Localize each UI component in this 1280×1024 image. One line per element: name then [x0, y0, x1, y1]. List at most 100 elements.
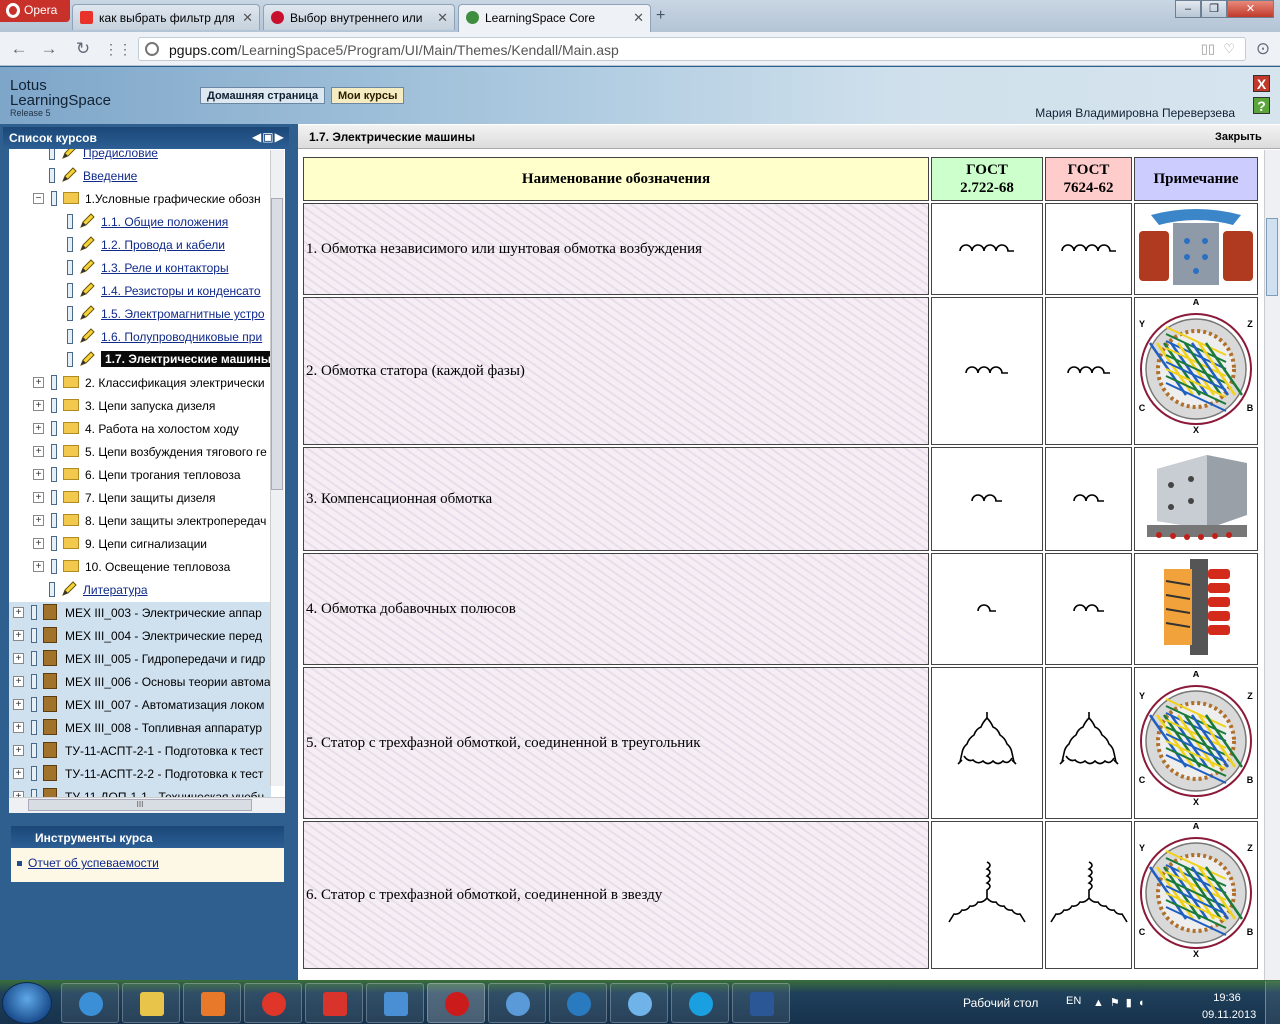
language-indicator[interactable]: EN [1066, 995, 1081, 1007]
new-tab-icon[interactable]: + [656, 7, 665, 25]
taskbar-skype-icon[interactable] [671, 983, 729, 1023]
expand-icon[interactable]: + [33, 400, 44, 411]
taskbar-yandex-icon[interactable] [305, 983, 363, 1023]
address-bar[interactable]: pgups.com/LearningSpace5/Program/UI/Main… [138, 37, 1246, 61]
expand-icon[interactable]: + [13, 745, 24, 756]
taskbar-tool-icon[interactable] [610, 983, 668, 1023]
expand-icon[interactable]: + [13, 768, 24, 779]
tree-course-item[interactable]: + МЕХ III_008 - Топливная аппаратур [9, 717, 271, 740]
tree-course-item[interactable]: + ТУ-11-АСПТ-2-1 - Подготовка к тест [9, 740, 271, 763]
tree-course-item[interactable]: + ТУ-11-ДОП-1-1 - Техническая учебн [9, 786, 271, 797]
speed-dial-add-icon[interactable]: ▯▯ [1201, 41, 1215, 57]
close-tab-icon[interactable]: ✕ [633, 10, 644, 26]
taskbar-word-icon[interactable] [732, 983, 790, 1023]
taskbar-network-icon[interactable] [549, 983, 607, 1023]
downloads-icon[interactable]: ⊙ [1252, 40, 1274, 60]
tree-item[interactable]: 1.6. Полупроводниковые при [9, 326, 271, 349]
window-close-icon[interactable]: ✕ [1227, 0, 1274, 18]
panel-collapse-icon[interactable]: ◀▣▶ [252, 130, 285, 144]
expand-icon[interactable]: + [13, 653, 24, 664]
tree-item[interactable]: +8. Цепи защиты электропередач [9, 510, 271, 533]
reload-icon[interactable]: ↻ [72, 40, 94, 60]
tree-course-item[interactable]: + МЕХ III_003 - Электрические аппар [9, 602, 271, 625]
nav-home-link[interactable]: Домашняя страница [200, 87, 326, 104]
expand-icon[interactable]: + [13, 630, 24, 641]
close-content-link[interactable]: Закрыть [1215, 131, 1262, 143]
taskbar-yandex-browser-icon[interactable] [244, 983, 302, 1023]
tree-item[interactable]: 1.7. Электрические машины [9, 349, 276, 372]
tree-item[interactable]: +6. Цепи трогания тепловоза [9, 464, 271, 487]
close-button[interactable]: X [1253, 75, 1270, 92]
browser-tab-active[interactable]: LearningSpace Core ✕ [458, 4, 651, 32]
tree-item[interactable]: +2. Классификация электрически [9, 372, 271, 395]
tree-scroll-thumb[interactable] [271, 198, 283, 490]
minimize-icon[interactable]: – [1175, 0, 1201, 18]
close-tab-icon[interactable]: ✕ [242, 10, 253, 26]
browser-tab[interactable]: как выбрать фильтр для ✕ [72, 4, 260, 30]
expand-icon[interactable]: + [33, 377, 44, 388]
taskbar-audio-icon[interactable] [488, 983, 546, 1023]
system-tray-icons[interactable]: ▲⚑▮◖ [1093, 996, 1150, 1009]
tree-item[interactable]: 1.1. Общие положения [9, 211, 271, 234]
tree-item[interactable]: +4. Работа на холостом ходу [9, 418, 271, 441]
tree-course-item[interactable]: + МЕХ III_007 - Автоматизация локом [9, 694, 271, 717]
tree-course-item[interactable]: + МЕХ III_005 - Гидропередачи и гидр [9, 648, 271, 671]
expand-icon[interactable]: + [33, 561, 44, 572]
expand-icon[interactable]: + [13, 676, 24, 687]
expand-icon[interactable]: + [33, 423, 44, 434]
taskbar-ie-icon[interactable] [61, 983, 119, 1023]
gost-7624-symbol [1045, 667, 1132, 819]
restore-icon[interactable]: ❐ [1201, 0, 1227, 18]
heart-icon[interactable]: ♡ [1223, 41, 1235, 57]
tree-course-item[interactable]: + ТУ-11-АСПТ-2-2 - Подготовка к тест [9, 763, 271, 786]
collapse-icon[interactable]: − [33, 193, 44, 204]
clock[interactable]: 19:36 09.11.2013 [1202, 990, 1256, 1024]
tree-item[interactable]: 1.2. Провода и кабели [9, 234, 271, 257]
expand-icon[interactable]: + [33, 492, 44, 503]
tree-item[interactable]: +10. Освещение тепловоза [9, 556, 271, 579]
help-button[interactable]: ? [1253, 97, 1270, 114]
expand-icon[interactable]: + [33, 515, 44, 526]
taskbar-media-icon[interactable] [183, 983, 241, 1023]
tree-item[interactable]: Предисловие [9, 149, 271, 165]
tree-item[interactable]: +3. Цепи запуска дизеля [9, 395, 271, 418]
expand-icon[interactable]: + [33, 469, 44, 480]
expand-icon[interactable]: + [13, 722, 24, 733]
tree-course-item[interactable]: + МЕХ III_004 - Электрические перед [9, 625, 271, 648]
svg-text:C: C [1139, 403, 1146, 413]
expand-icon[interactable]: + [13, 699, 24, 710]
tree-item[interactable]: Литература [9, 579, 271, 602]
tree-course-item[interactable]: + МЕХ III_006 - Основы теории автома [9, 671, 271, 694]
taskbar-explorer-icon[interactable] [122, 983, 180, 1023]
nav-my-courses-link[interactable]: Мои курсы [331, 87, 405, 104]
tree-item[interactable]: 1.5. Электромагнитные устро [9, 303, 271, 326]
tree-horizontal-thumb[interactable]: III [28, 799, 252, 811]
tree-item[interactable]: +7. Цепи защиты дизеля [9, 487, 271, 510]
tree-item[interactable]: Введение [9, 165, 271, 188]
taskbar-mail-icon[interactable] [366, 983, 424, 1023]
content-scroll-thumb[interactable] [1266, 218, 1278, 296]
site-info-icon[interactable] [145, 42, 159, 56]
expand-icon[interactable]: + [33, 538, 44, 549]
start-button[interactable] [2, 982, 52, 1024]
opera-menu-button[interactable]: Opera [0, 0, 70, 22]
show-desktop-button[interactable] [1265, 981, 1280, 1024]
tree-item[interactable]: 1.4. Резисторы и конденсато [9, 280, 271, 303]
close-tab-icon[interactable]: ✕ [437, 10, 448, 26]
course-book-icon [43, 604, 57, 620]
tree-item[interactable]: +5. Цепи возбуждения тягового ге [9, 441, 271, 464]
expand-icon[interactable]: + [33, 446, 44, 457]
gost-7624-symbol [1045, 553, 1132, 665]
browser-tab[interactable]: Выбор внутреннего или ✕ [263, 4, 455, 30]
speed-dial-icon[interactable]: ⋮⋮ [104, 40, 132, 60]
desktop-toolbar[interactable]: Рабочий стол [963, 996, 1038, 1010]
back-icon[interactable]: ← [8, 40, 30, 60]
tree-item[interactable]: − 1.Условные графические обозн [9, 188, 271, 211]
tree-item[interactable]: 1.3. Реле и контакторы [9, 257, 271, 280]
expand-icon[interactable]: + [13, 607, 24, 618]
progress-report-link[interactable]: Отчет об успеваемости [28, 856, 159, 870]
folder-icon [63, 445, 79, 457]
forward-icon[interactable]: → [38, 40, 60, 60]
tree-item[interactable]: +9. Цепи сигнализации [9, 533, 271, 556]
taskbar-opera-icon[interactable] [427, 983, 485, 1023]
